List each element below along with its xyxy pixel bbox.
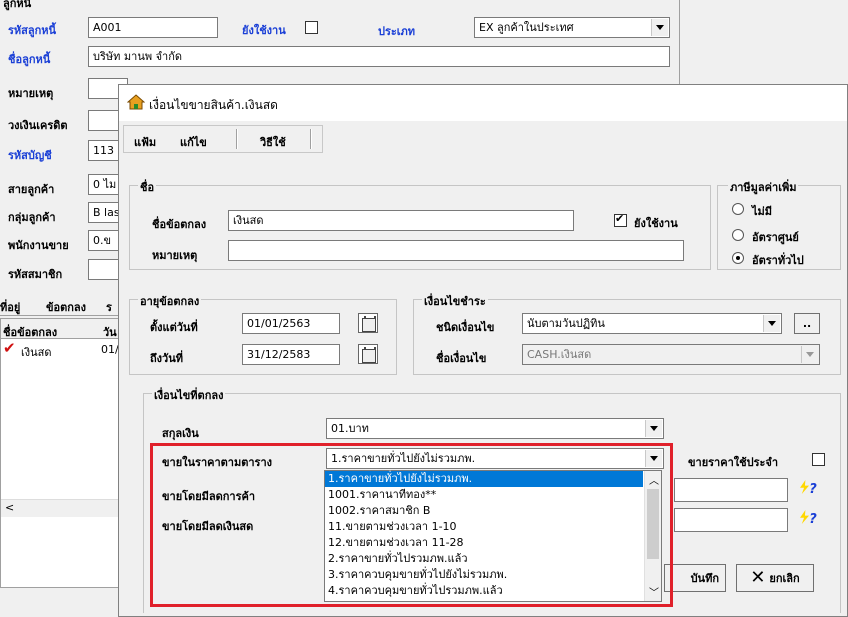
- bg-grid: ชื่อข้อตกลง วัน ✔ เงินสด 01/ <: [0, 318, 121, 588]
- grid-hscrollbar[interactable]: <: [1, 499, 121, 517]
- menu-edit[interactable]: แก้ไข: [180, 133, 207, 151]
- payment-name-combo[interactable]: CASH.เงินสด: [522, 344, 820, 365]
- grid-cell-date: 01/: [101, 343, 119, 356]
- account-label: รหัสบัญชี: [8, 149, 52, 162]
- menu-file[interactable]: แฟ้ม: [134, 133, 156, 151]
- dialog-note-input[interactable]: [228, 240, 684, 261]
- chevron-down-icon: [650, 426, 658, 431]
- line-label: สายลูกค้า: [8, 183, 55, 196]
- bg-title: ลูกหนี้: [3, 0, 32, 10]
- to-date-label: ถึงวันที่: [150, 352, 183, 365]
- currency-label: สกุลเงิน: [162, 427, 199, 440]
- code-label: รหัสลูกหนี้: [8, 24, 57, 37]
- tab-agreement[interactable]: ข้อตกลง: [46, 298, 86, 316]
- trade-discount-input[interactable]: [674, 478, 788, 502]
- vat-option-none: ไม่มี: [752, 205, 773, 218]
- currency-combo[interactable]: 01.บาท: [326, 418, 664, 439]
- member-label: รหัสสมาชิก: [8, 268, 63, 281]
- dialog-active-label: ยังใช้งาน: [634, 217, 678, 230]
- payment-type-combo[interactable]: นับตามวันปฏิทิน: [522, 313, 782, 334]
- grid-cell-name: เงินสด: [21, 346, 52, 359]
- house-icon: [126, 94, 146, 110]
- cash-discount-input[interactable]: [674, 508, 788, 532]
- payment-type-value: นับตามวันปฏิทิน: [527, 317, 605, 330]
- save-button-label: บันทึก: [690, 572, 719, 585]
- wizard-icon[interactable]: ?: [798, 478, 820, 500]
- term-group: อายุข้อตกลง ตั้งแต่วันที่ 01/01/2563 ถึง…: [129, 292, 397, 375]
- term-group-title: อายุข้อตกลง: [138, 292, 202, 310]
- grid-header: ชื่อข้อตกลง วัน: [1, 319, 121, 339]
- vat-group-title: ภาษีมูลค่าเพิ่ม: [728, 178, 799, 196]
- to-date-input[interactable]: 31/12/2583: [242, 344, 340, 365]
- tab-third[interactable]: ร: [106, 298, 112, 316]
- type-combo-value: EX ลูกค้าในประเทศ: [479, 21, 574, 34]
- fixed-price-label: ขายราคาใช้ประจำ: [688, 456, 779, 469]
- payment-type-label: ชนิดเงื่อนไข: [436, 321, 495, 334]
- table-row[interactable]: ✔ เงินสด 01/: [1, 339, 121, 359]
- grid-header-date: วัน: [103, 326, 117, 339]
- currency-combo-button[interactable]: [645, 420, 662, 437]
- dialog-note-label: หมายเหตุ: [152, 249, 198, 262]
- close-icon: ✕: [750, 567, 766, 588]
- highlight-box: [150, 443, 673, 607]
- tab-address[interactable]: ที่อยู่: [0, 298, 20, 316]
- payment-name-combo-button[interactable]: [801, 346, 818, 363]
- currency-value: 01.บาท: [331, 422, 369, 435]
- save-button[interactable]: บันทึก: [664, 564, 726, 592]
- chevron-down-icon: [768, 321, 776, 326]
- fixed-price-checkbox[interactable]: [812, 453, 825, 466]
- dialog-titlebar[interactable]: เงื่อนไขขายสินค้า.เงินสด: [119, 85, 847, 121]
- scroll-left-icon[interactable]: <: [5, 501, 14, 514]
- name-group-title: ชื่อ: [138, 178, 157, 196]
- menu-divider: [236, 129, 238, 149]
- payment-group: เงื่อนไขชำระ ชนิดเงื่อนไข นับตามวันปฏิทิ…: [413, 292, 841, 375]
- menu-bar: แฟ้ม แก้ไข วิธีใช้: [123, 125, 323, 153]
- vat-radio-none[interactable]: [732, 203, 744, 215]
- vat-radio-zero[interactable]: [732, 229, 744, 241]
- name-group: ชื่อ ชื่อข้อตกลง เงินสด ยังใช้งาน หมายเห…: [129, 178, 711, 270]
- dialog-active-checkbox[interactable]: [614, 212, 627, 227]
- agreement-name-label: ชื่อข้อตกลง: [152, 218, 207, 231]
- vat-radio-general[interactable]: [732, 252, 744, 264]
- vat-option-zero: อัตราศูนย์: [752, 231, 799, 244]
- bg-tab-strip: ที่อยู่ ข้อตกลง ร: [0, 294, 120, 316]
- menu-divider: [310, 129, 312, 149]
- code-input[interactable]: A001: [88, 17, 218, 38]
- payment-group-title: เงื่อนไขชำระ: [422, 292, 488, 310]
- type-combo-button[interactable]: [651, 19, 668, 36]
- name-label: ชื่อลูกหนี้: [8, 53, 51, 66]
- note-label: หมายเหตุ: [8, 87, 54, 100]
- calendar-icon[interactable]: [358, 344, 378, 364]
- payment-type-combo-button[interactable]: [763, 315, 780, 332]
- agreement-name-input[interactable]: เงินสด: [228, 210, 574, 231]
- dialog-title: เงื่อนไขขายสินค้า.เงินสด: [149, 98, 278, 112]
- checkmark-icon: ✔: [3, 339, 16, 357]
- chevron-down-icon: [656, 25, 664, 30]
- from-date-input[interactable]: 01/01/2563: [242, 313, 340, 334]
- wizard-icon[interactable]: ?: [798, 508, 820, 530]
- payment-name-value: CASH.เงินสด: [527, 348, 592, 361]
- payment-name-label: ชื่อเงื่อนไข: [436, 352, 487, 365]
- calendar-icon[interactable]: [358, 313, 378, 333]
- chevron-down-icon: [806, 352, 814, 357]
- cancel-button-label: ยกเลิก: [769, 572, 800, 585]
- active-label: ยังใช้งาน: [242, 24, 286, 37]
- vat-option-general: อัตราทั่วไป: [752, 254, 804, 267]
- group-label: กลุ่มลูกค้า: [8, 211, 56, 224]
- cancel-button[interactable]: ✕ ยกเลิก: [736, 564, 814, 592]
- type-label: ประเภท: [378, 25, 416, 38]
- salesman-label: พนักงานขาย: [8, 239, 69, 252]
- vat-group: ภาษีมูลค่าเพิ่ม ไม่มี อัตราศูนย์ อัตราทั…: [717, 178, 841, 270]
- type-combo[interactable]: EX ลูกค้าในประเทศ: [474, 17, 670, 38]
- agreed-group-title: เงื่อนไขที่ตกลง: [152, 386, 226, 404]
- payment-more-button[interactable]: ..: [794, 313, 820, 334]
- active-checkbox[interactable]: [305, 21, 318, 34]
- credit-label: วงเงินเครดิต: [8, 119, 68, 132]
- menu-help[interactable]: วิธีใช้: [260, 133, 286, 151]
- from-date-label: ตั้งแต่วันที่: [150, 321, 198, 334]
- name-input[interactable]: บริษัท มานพ จำกัด: [88, 46, 670, 67]
